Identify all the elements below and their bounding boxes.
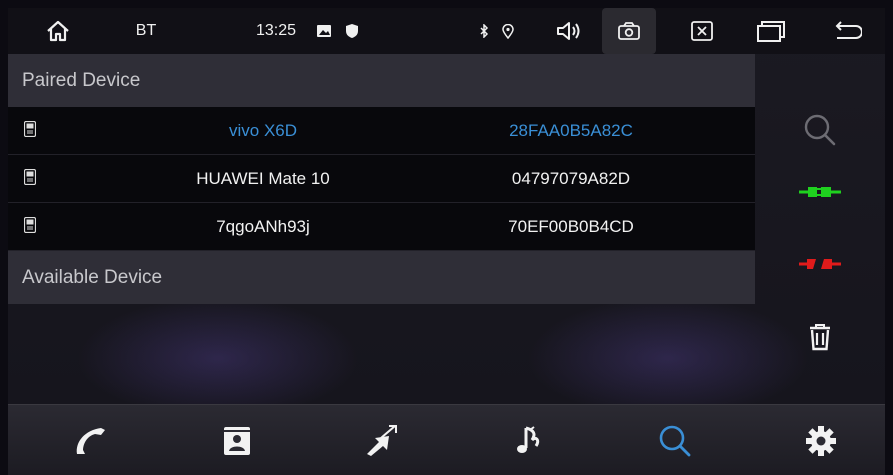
recent-apps-icon[interactable] [746, 8, 796, 54]
shield-icon [342, 8, 362, 54]
device-address: 28FAA0B5A82C [509, 121, 633, 140]
device-address: 04797079A82D [511, 169, 631, 188]
bottom-nav [8, 404, 885, 475]
search-icon[interactable] [755, 106, 885, 154]
phone-icon[interactable] [18, 405, 164, 475]
device-name: vivo X6D [228, 121, 298, 140]
paired-device-row[interactable]: HUAWEI Mate 10 04797079A82D [8, 155, 755, 203]
available-header: Available Device [8, 251, 755, 304]
phone-device-icon [23, 120, 37, 142]
disconnect-icon[interactable] [755, 244, 885, 284]
image-icon [314, 8, 334, 54]
app-label: BT [135, 22, 157, 39]
device-address: 70EF00B0B4CD [508, 217, 634, 236]
paired-header: Paired Device [8, 54, 755, 107]
status-bar: BT 13:25 [8, 8, 885, 54]
volume-icon[interactable] [548, 8, 592, 54]
device-name: HUAWEI Mate 10 [196, 169, 330, 188]
contacts-icon[interactable] [164, 405, 310, 475]
back-icon[interactable] [823, 8, 873, 54]
phone-device-icon [23, 168, 37, 190]
music-icon[interactable] [456, 405, 602, 475]
location-icon [498, 8, 518, 54]
delete-icon[interactable] [755, 312, 885, 362]
search-icon[interactable] [602, 405, 748, 475]
phone-device-icon [23, 216, 37, 238]
home-icon[interactable] [38, 8, 78, 54]
transfer-icon[interactable] [310, 405, 456, 475]
device-name: 7qgoANh93j [216, 217, 310, 236]
side-actions [755, 54, 885, 404]
bluetooth-icon [474, 8, 494, 54]
settings-icon[interactable] [748, 405, 885, 475]
clock: 13:25 [255, 22, 297, 39]
device-list: Paired Device vivo X6D 28FAA0B5A82C HUAW… [8, 54, 755, 304]
paired-device-row[interactable]: vivo X6D 28FAA0B5A82C [8, 107, 755, 155]
screenshot-icon[interactable] [602, 8, 656, 54]
bt-screen: BT 13:25 Paired Device vivo X6D 28FAA0B5… [8, 8, 885, 475]
paired-device-row[interactable]: 7qgoANh93j 70EF00B0B4CD [8, 203, 755, 251]
connect-icon[interactable] [755, 172, 885, 212]
close-window-icon[interactable] [680, 8, 724, 54]
